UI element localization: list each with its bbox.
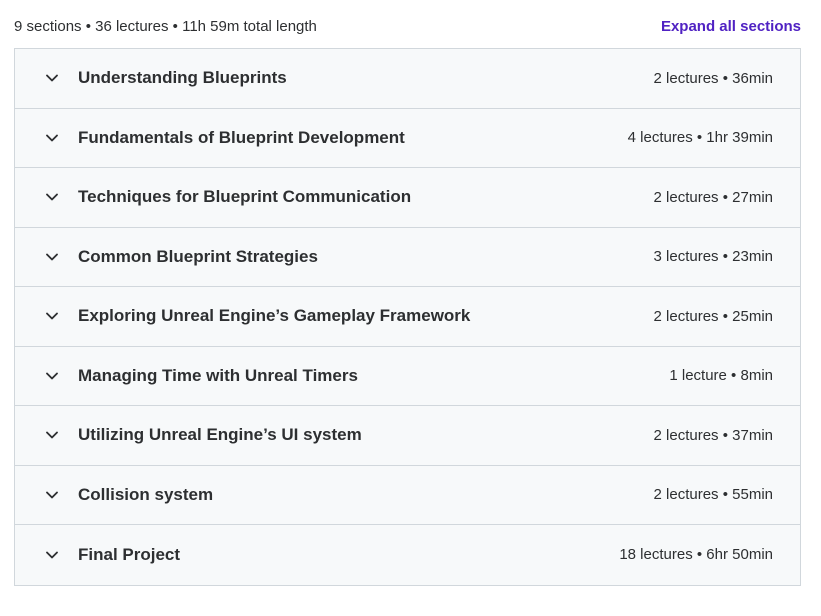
- section-title: Final Project: [78, 544, 181, 564]
- section-header[interactable]: Final Project 18 lectures • 6hr 50min: [15, 525, 800, 585]
- chevron-down-icon: [45, 548, 59, 562]
- section-header[interactable]: Utilizing Unreal Engine’s UI system 2 le…: [15, 406, 800, 466]
- section-header[interactable]: Managing Time with Unreal Timers 1 lectu…: [15, 347, 800, 406]
- chevron-down-icon: [45, 131, 59, 145]
- section-title: Common Blueprint Strategies: [78, 246, 318, 266]
- chevron-down-icon: [45, 309, 59, 323]
- section-header[interactable]: Understanding Blueprints 2 lectures • 36…: [15, 49, 800, 109]
- course-summary-bar: 9 sections • 36 lectures • 11h 59m total…: [14, 14, 801, 38]
- section-meta: 18 lectures • 6hr 50min: [619, 546, 773, 564]
- section-header[interactable]: Exploring Unreal Engine’s Gameplay Frame…: [15, 287, 800, 347]
- sections-accordion: Understanding Blueprints 2 lectures • 36…: [14, 48, 801, 586]
- section-header[interactable]: Collision system 2 lectures • 55min: [15, 466, 800, 525]
- chevron-down-icon: [45, 250, 59, 264]
- section-header[interactable]: Fundamentals of Blueprint Development 4 …: [15, 109, 800, 168]
- section-title: Understanding Blueprints: [78, 68, 287, 88]
- section-title: Utilizing Unreal Engine’s UI system: [78, 425, 362, 445]
- expand-all-sections-button[interactable]: Expand all sections: [661, 18, 801, 35]
- section-meta: 3 lectures • 23min: [653, 248, 773, 266]
- section-meta: 2 lectures • 55min: [653, 486, 773, 504]
- chevron-down-icon: [45, 71, 59, 85]
- section-meta: 4 lectures • 1hr 39min: [627, 129, 773, 147]
- section-meta: 2 lectures • 25min: [653, 307, 773, 325]
- course-content: 9 sections • 36 lectures • 11h 59m total…: [0, 0, 821, 616]
- chevron-down-icon: [45, 369, 59, 383]
- course-summary-text: 9 sections • 36 lectures • 11h 59m total…: [14, 17, 317, 35]
- section-title: Managing Time with Unreal Timers: [78, 365, 358, 385]
- section-title: Techniques for Blueprint Communication: [78, 187, 412, 207]
- chevron-down-icon: [45, 190, 59, 204]
- section-meta: 2 lectures • 27min: [653, 188, 773, 206]
- section-meta: 2 lectures • 37min: [653, 426, 773, 444]
- section-title: Exploring Unreal Engine’s Gameplay Frame…: [78, 306, 471, 326]
- section-meta: 1 lecture • 8min: [669, 367, 773, 385]
- section-header[interactable]: Common Blueprint Strategies 3 lectures •…: [15, 228, 800, 287]
- section-title: Collision system: [78, 484, 214, 504]
- section-title: Fundamentals of Blueprint Development: [78, 127, 405, 147]
- section-header[interactable]: Techniques for Blueprint Communication 2…: [15, 168, 800, 228]
- section-meta: 2 lectures • 36min: [653, 69, 773, 87]
- chevron-down-icon: [45, 488, 59, 502]
- chevron-down-icon: [45, 428, 59, 442]
